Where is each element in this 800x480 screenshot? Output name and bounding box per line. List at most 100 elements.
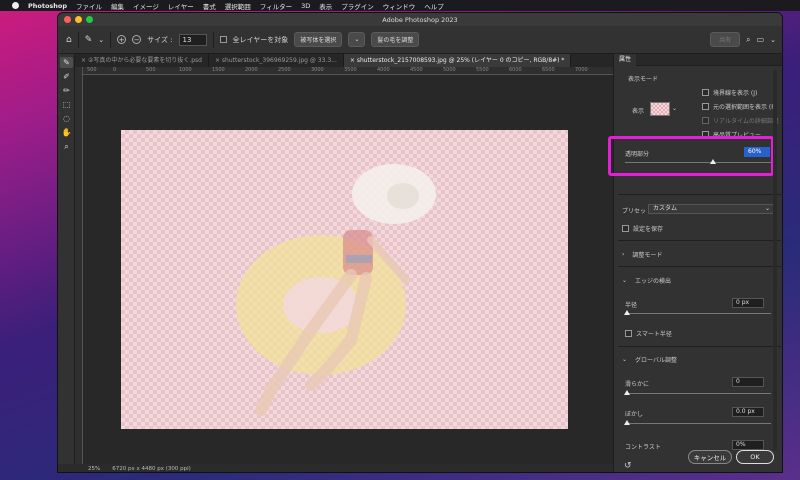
smooth-label: 滑らかに xyxy=(625,381,650,388)
radius-slider[interactable] xyxy=(624,310,771,315)
menu-file[interactable]: ファイル xyxy=(76,1,102,11)
realtime-label: リアルタイムの詳細調整 xyxy=(713,118,779,125)
contrast-label: コントラスト xyxy=(625,444,661,451)
workspace-chevron-icon[interactable]: ⌄ xyxy=(770,36,776,44)
photoshop-window: Adobe Photoshop 2023 ⌂ ✎ ⌄ + − サイズ : 13 … xyxy=(57,12,783,473)
menu-layer[interactable]: レイヤー xyxy=(168,1,194,11)
lasso-tool-icon[interactable]: ◌ xyxy=(60,113,73,124)
size-input[interactable]: 13 xyxy=(178,33,207,46)
radius-input[interactable]: 0 px xyxy=(732,298,764,308)
chevron-down-icon[interactable]: ⌄ xyxy=(98,36,104,44)
apple-icon[interactable] xyxy=(12,2,19,9)
document-canvas[interactable] xyxy=(121,130,568,429)
feather-slider[interactable] xyxy=(624,420,771,425)
brush-tool-preset-icon[interactable]: ✎ xyxy=(85,35,93,45)
smart-radius-checkbox[interactable] xyxy=(625,330,632,337)
workspace-icon[interactable]: ▭ xyxy=(757,35,765,44)
document-tabs: × ②写真の中から必要な要素を切り抜く.psd × shutterstock_3… xyxy=(75,54,613,67)
quick-selection-tool-icon[interactable]: ✎ xyxy=(60,57,73,68)
subtract-mode-icon[interactable]: − xyxy=(132,35,142,44)
smart-radius-label: スマート半径 xyxy=(636,331,672,338)
zoom-level[interactable]: 25% xyxy=(88,466,100,472)
view-mode-chevron-icon[interactable]: ⌄ xyxy=(672,105,677,112)
feather-slider-thumb[interactable] xyxy=(624,420,630,425)
radius-label: 半径 xyxy=(625,302,638,309)
menu-bar: Photoshop ファイル 編集 イメージ レイヤー 書式 選択範囲 フィルタ… xyxy=(0,0,800,11)
adjust-mode-section[interactable]: › 調整モード xyxy=(622,250,662,259)
refine-edge-brush-icon[interactable]: ✐ xyxy=(60,71,73,82)
canvas-workspace[interactable] xyxy=(83,75,613,464)
menu-edit[interactable]: 編集 xyxy=(111,1,124,11)
smooth-slider[interactable] xyxy=(624,390,771,395)
document-tab[interactable]: × shutterstock_396969259.jpg @ 33.3... xyxy=(209,54,344,67)
properties-tab[interactable]: 属性 xyxy=(614,54,637,66)
view-mode-heading: 表示モード xyxy=(628,76,659,83)
contrast-input[interactable]: 0% xyxy=(732,440,764,450)
status-bar: 25% 6720 px x 4480 px (300 ppi) xyxy=(58,464,613,472)
menu-filter[interactable]: フィルター xyxy=(260,1,292,11)
document-tab-active[interactable]: × shutterstock_2157008593.jpg @ 25% (レイヤ… xyxy=(343,54,572,67)
cancel-button[interactable]: キャンセル xyxy=(688,450,732,464)
home-icon[interactable]: ⌂ xyxy=(66,35,72,45)
highlight-box xyxy=(608,136,774,176)
menu-window[interactable]: ウィンドウ xyxy=(383,1,416,11)
menu-image[interactable]: イメージ xyxy=(133,1,159,11)
save-settings-checkbox[interactable] xyxy=(622,225,629,232)
swimsuit xyxy=(343,230,373,275)
show-original-label: 元の選択範囲を表示 (P) xyxy=(713,104,778,111)
view-label: 表示 xyxy=(632,108,645,115)
share-button[interactable]: 共有 xyxy=(710,32,741,47)
reset-icon[interactable]: ↺ xyxy=(624,461,632,471)
menu-help[interactable]: ヘルプ xyxy=(424,1,444,11)
brush-tool-icon[interactable]: ✏ xyxy=(60,85,73,96)
show-edges-checkbox[interactable] xyxy=(702,89,709,96)
ok-button[interactable]: OK xyxy=(736,450,774,464)
title-bar: Adobe Photoshop 2023 xyxy=(58,13,782,26)
radius-slider-thumb[interactable] xyxy=(624,310,630,315)
feather-input[interactable]: 0.0 px xyxy=(732,407,764,417)
chevron-down-icon: ⌄ xyxy=(622,356,628,363)
zoom-tool-icon[interactable]: ⌕ xyxy=(60,141,73,152)
menu-view[interactable]: 表示 xyxy=(319,1,332,11)
menu-3d[interactable]: 3D xyxy=(301,2,310,10)
show-original-checkbox[interactable] xyxy=(702,103,709,110)
all-layers-label: 全レイヤーを対象 xyxy=(232,35,289,44)
close-tab-icon[interactable]: × xyxy=(215,57,222,64)
chevron-right-icon: › xyxy=(622,251,625,258)
realtime-checkbox xyxy=(702,117,709,124)
all-layers-checkbox[interactable] xyxy=(219,36,227,43)
refine-hair-button[interactable]: 髪の毛を調整 xyxy=(371,32,420,47)
document-dimensions: 6720 px x 4480 px (300 ppi) xyxy=(112,466,191,472)
app-menu[interactable]: Photoshop xyxy=(28,2,67,10)
close-tab-icon[interactable]: × xyxy=(350,57,357,64)
menu-select[interactable]: 選択範囲 xyxy=(225,1,251,11)
save-settings-label: 設定を保存 xyxy=(633,226,664,233)
show-edges-label: 境界線を表示 (J) xyxy=(713,90,758,97)
preset-dropdown[interactable]: カスタム ⌄ xyxy=(648,204,774,214)
select-subject-button[interactable]: 被写体を選択 xyxy=(294,32,343,47)
vertical-ruler xyxy=(75,67,83,464)
panel-scrollbar[interactable] xyxy=(773,70,777,450)
size-label: サイズ : xyxy=(147,35,173,44)
chevron-down-icon: ⌄ xyxy=(622,277,628,284)
smooth-slider-thumb[interactable] xyxy=(624,390,630,395)
photo-image xyxy=(236,164,436,416)
search-icon[interactable]: ⌕ xyxy=(746,35,750,45)
menu-plugins[interactable]: プラグイン xyxy=(341,1,374,11)
select-subject-dropdown[interactable]: ⌄ xyxy=(348,32,366,47)
document-tab[interactable]: × ②写真の中から必要な要素を切り抜く.psd xyxy=(75,54,209,67)
window-title: Adobe Photoshop 2023 xyxy=(382,16,458,24)
add-mode-icon[interactable]: + xyxy=(117,35,127,44)
edge-detection-section[interactable]: ⌄ エッジの検出 xyxy=(622,276,671,285)
feather-label: ぼかし xyxy=(625,411,644,418)
global-refine-section[interactable]: ⌄ グローバル調整 xyxy=(622,355,677,364)
smooth-input[interactable]: 0 xyxy=(732,377,764,387)
hand-tool-icon[interactable]: ✋ xyxy=(60,127,73,138)
view-mode-preview[interactable] xyxy=(650,102,670,116)
menu-type[interactable]: 書式 xyxy=(203,1,216,11)
chevron-down-icon: ⌄ xyxy=(764,205,770,212)
object-selection-icon[interactable]: ⬚ xyxy=(60,99,73,110)
tools-panel: ✎ ✐ ✏ ⬚ ◌ ✋ ⌕ xyxy=(58,54,75,464)
horizontal-ruler: 500 0 500 1000 1500 2000 2500 3000 3500 … xyxy=(83,67,613,75)
close-tab-icon[interactable]: × xyxy=(81,57,88,64)
